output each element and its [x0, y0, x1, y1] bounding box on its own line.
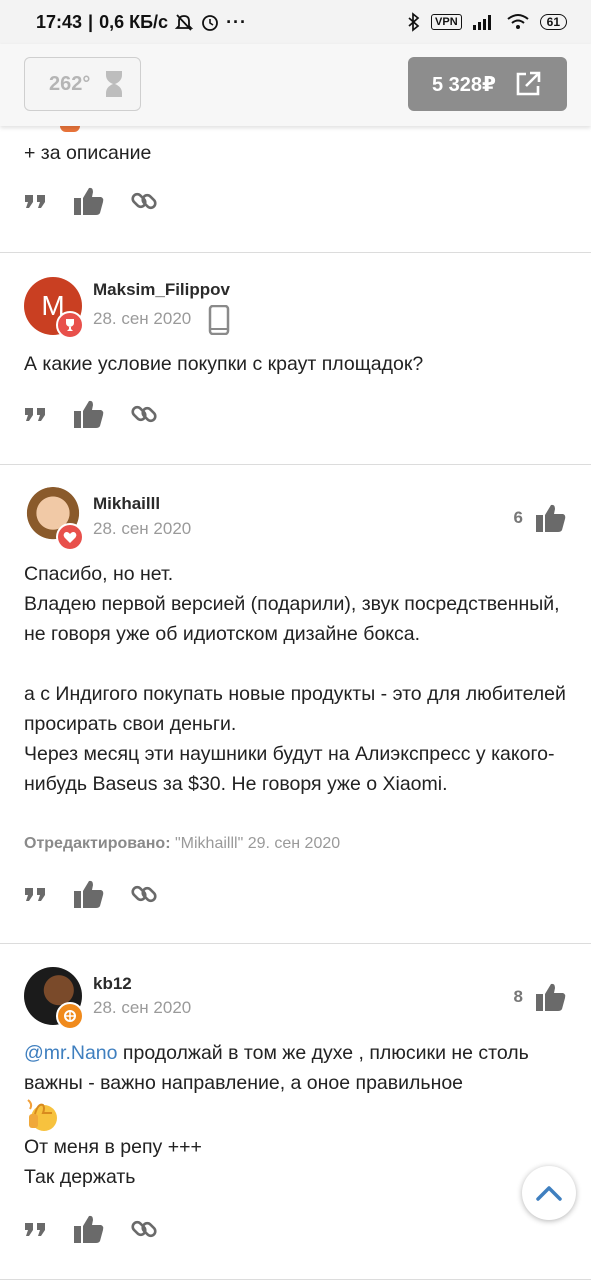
chevron-up-icon [536, 1186, 562, 1201]
comment-item: M Maksim_Filippov 28. сен 2020 А какие у… [0, 253, 591, 465]
status-time: 17:43 [36, 11, 83, 32]
battery-indicator: 61 [539, 14, 567, 30]
deal-temperature-box[interactable]: 262° [24, 57, 141, 111]
orange-badge-icon [56, 1002, 84, 1030]
link-button[interactable] [130, 1215, 158, 1243]
link-icon [131, 405, 157, 423]
comment-paragraph: Через месяц эти наушники будут на Алиэкс… [24, 743, 555, 795]
status-speed: 0,6 КБ/с [99, 11, 169, 32]
hourglass-icon [106, 71, 123, 97]
quote-icon [25, 195, 45, 208]
mobile-phone-icon [208, 305, 230, 335]
thumbs-up-icon [74, 880, 104, 908]
link-icon [131, 1220, 157, 1238]
comment-actions [24, 1214, 158, 1244]
comment-author[interactable]: kb12 [93, 974, 132, 994]
edited-note: Отредактировано: "Mikhailll" 29. сен 202… [24, 835, 340, 853]
vote-count: 8 [513, 987, 523, 1006]
thumbs-up-icon [74, 187, 104, 215]
thumbs-up-emoji-icon [24, 1098, 569, 1132]
like-button[interactable] [73, 879, 105, 909]
edited-label: Отредактировано: [24, 835, 171, 852]
thumbs-up-icon [74, 400, 104, 428]
comment-author[interactable]: Mikhailll [93, 494, 160, 514]
comment-paragraph: Спасибо, но нет. [24, 563, 174, 585]
quote-button[interactable] [24, 193, 48, 209]
comment-actions [24, 186, 158, 216]
edited-info: "Mikhailll" 29. сен 2020 [174, 835, 341, 852]
comment-item: + за описание [0, 122, 591, 253]
comment-text: Спасибо, но нет. Владею первой версией (… [24, 559, 569, 799]
thumbs-up-icon[interactable] [535, 503, 567, 533]
link-icon [131, 192, 157, 210]
trophy-badge-icon [56, 311, 84, 339]
comment-item: Mikhailll 28. сен 2020 6 Спасибо, но нет… [0, 465, 591, 944]
quote-icon [25, 408, 45, 421]
comment-item: kb12 28. сен 2020 8 @mr.Nano продолжай в… [0, 944, 591, 1280]
thumbs-up-icon [74, 1215, 104, 1243]
comment-date: 28. сен 2020 [93, 309, 192, 328]
bluetooth-icon [408, 12, 420, 32]
external-link-icon [516, 71, 541, 96]
comment-actions [24, 399, 158, 429]
comment-date: 28. сен 2020 [93, 519, 192, 538]
go-to-deal-button[interactable]: 5 328₽ [408, 57, 567, 111]
like-button[interactable] [73, 186, 105, 216]
status-bar: 17:43 | 0,6 КБ/с ··· VPN 61 [0, 0, 591, 44]
quote-button[interactable] [24, 1221, 48, 1237]
comment-actions [24, 879, 158, 909]
vpn-badge: VPN [431, 14, 462, 30]
quote-icon [25, 1223, 45, 1236]
comment-paragraph: Владею первой версией (подарили), звук п… [24, 593, 560, 645]
comment-text: А какие условие покупки с краут площадок… [24, 353, 424, 375]
user-mention-link[interactable]: @mr.Nano [24, 1042, 118, 1064]
comment-text: + за описание [24, 142, 152, 164]
vote-count: 6 [513, 508, 523, 527]
link-button[interactable] [130, 400, 158, 428]
deal-price: 5 328₽ [432, 73, 496, 96]
more-dots-icon: ··· [226, 11, 248, 32]
comment-paragraph: От меня в репу +++ [24, 1136, 202, 1158]
quote-button[interactable] [24, 406, 48, 422]
quote-button[interactable] [24, 886, 48, 902]
comment-date: 28. сен 2020 [93, 998, 192, 1017]
thumbs-up-icon[interactable] [535, 982, 567, 1012]
mute-bell-icon [174, 14, 194, 31]
scroll-to-top-button[interactable] [522, 1166, 576, 1220]
quote-icon [25, 888, 45, 901]
like-button[interactable] [73, 1214, 105, 1244]
deal-top-bar: 262° 5 328₽ [0, 44, 591, 126]
signal-icon [472, 15, 491, 30]
like-button[interactable] [73, 399, 105, 429]
link-button[interactable] [130, 187, 158, 215]
comment-author[interactable]: Maksim_Filippov [93, 280, 230, 300]
vote-counter: 6 [514, 503, 567, 533]
comment-paragraph: Так держать [24, 1166, 136, 1188]
alarm-icon [202, 15, 218, 31]
heart-badge-icon [56, 523, 84, 551]
deal-temperature: 262° [49, 72, 91, 95]
vote-counter: 8 [514, 982, 567, 1012]
link-icon [131, 885, 157, 903]
comment-paragraph: а с Индигого покупать новые продукты - э… [24, 683, 566, 735]
comment-text: @mr.Nano продолжай в том же духе , плюси… [24, 1038, 569, 1192]
wifi-icon [507, 14, 529, 29]
link-button[interactable] [130, 880, 158, 908]
